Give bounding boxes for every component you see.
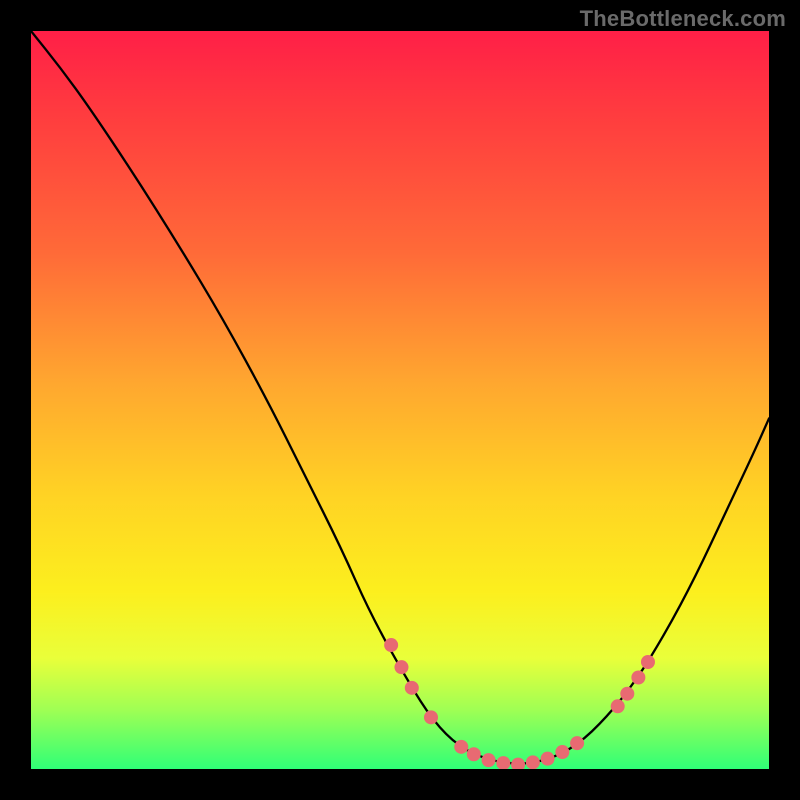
curve-marker — [405, 681, 419, 695]
curve-marker — [394, 660, 408, 674]
curve-marker — [526, 755, 540, 769]
curve-marker — [611, 699, 625, 713]
curve-marker — [384, 638, 398, 652]
watermark-text: TheBottleneck.com — [580, 6, 786, 32]
curve-markers — [384, 638, 655, 769]
curve-marker — [482, 753, 496, 767]
curve-marker — [424, 710, 438, 724]
curve-marker — [467, 747, 481, 761]
curve-marker — [454, 740, 468, 754]
curve-marker — [641, 655, 655, 669]
curve-marker — [511, 758, 525, 769]
curve-marker — [555, 745, 569, 759]
curve-marker — [541, 752, 555, 766]
curve-marker — [620, 687, 634, 701]
chart-svg — [31, 31, 769, 769]
plot-area — [31, 31, 769, 769]
curve-marker — [631, 670, 645, 684]
curve-marker — [570, 736, 584, 750]
curve-marker — [496, 756, 510, 769]
bottleneck-curve — [31, 31, 769, 763]
